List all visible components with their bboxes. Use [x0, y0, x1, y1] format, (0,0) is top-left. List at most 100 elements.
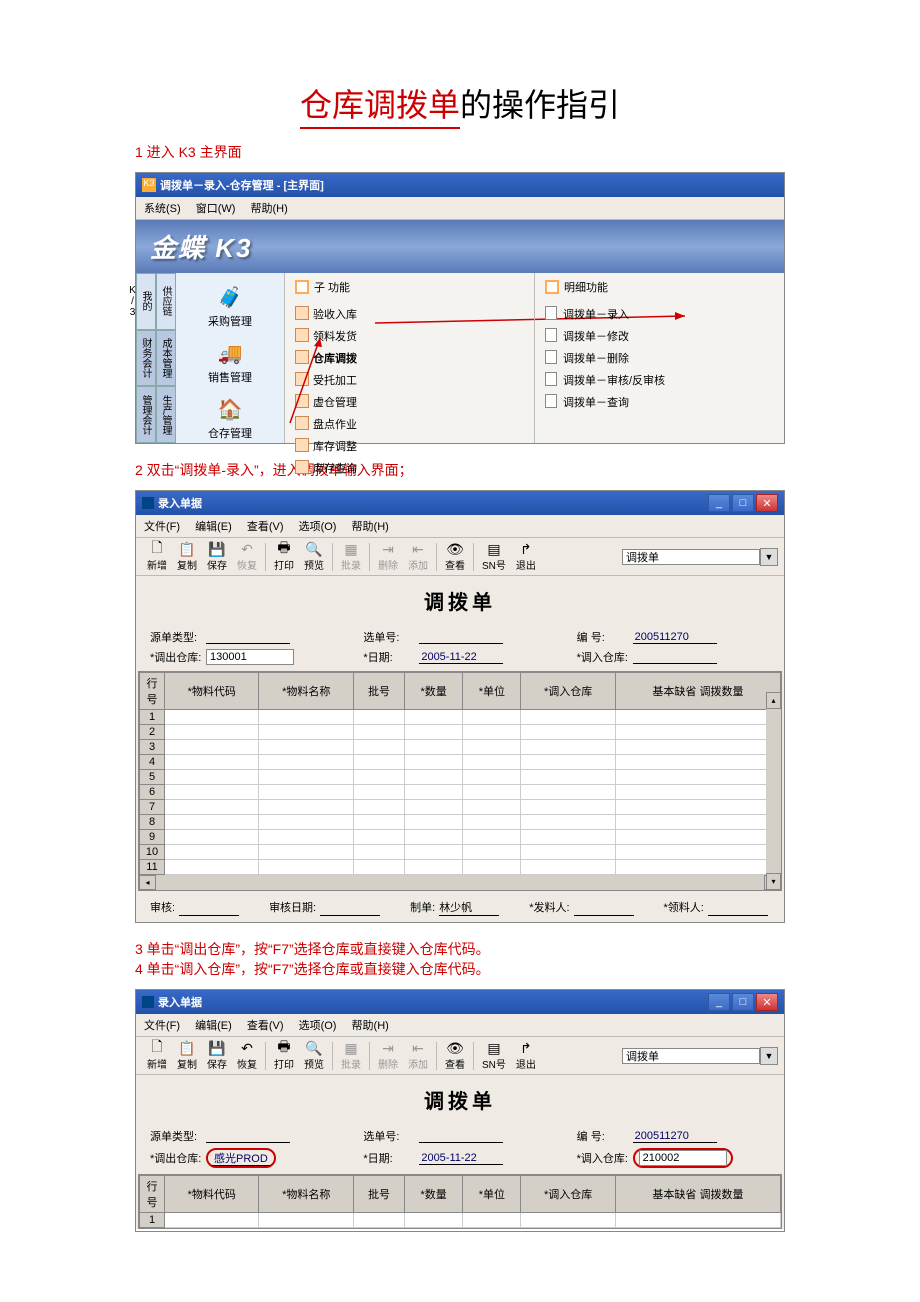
vtab-cost[interactable]: 成本管理: [156, 330, 176, 387]
menu-view[interactable]: 查看(V): [247, 1020, 284, 1032]
close-button[interactable]: ✕: [756, 993, 778, 1011]
sub-item[interactable]: 领料发货: [295, 325, 524, 347]
sub-item[interactable]: 验收入库: [295, 303, 524, 325]
scroll-h[interactable]: ◂▸: [139, 875, 781, 890]
copy-icon: 📋: [178, 541, 195, 557]
module-purchase[interactable]: 🧳采购管理: [180, 279, 280, 335]
tbtn-print[interactable]: 🖶打印: [269, 1039, 299, 1072]
entry-grid-2[interactable]: 行号*物料代码*物料名称批号*数量*单位*调入仓库基本缺省 调拨数量1: [138, 1174, 782, 1229]
menu-view[interactable]: 查看(V): [247, 521, 284, 533]
form-footer: 审核: 审核日期: 制单:林少帆 *发料人: *领料人:: [136, 893, 784, 922]
tbtn-save[interactable]: 💾保存: [202, 540, 232, 573]
entry1-toolbar: 🗋新增 📋复制 💾保存 ↶恢复 🖶打印 🔍预览 ▦批录 ⇥删除 ⇤添加 👁查看 …: [136, 538, 784, 576]
print-icon: 🖶: [277, 541, 290, 557]
sub-item[interactable]: 受托加工: [295, 369, 524, 391]
tbtn-look[interactable]: 👁查看: [440, 540, 470, 573]
module-warehouse[interactable]: 🏠仓存管理: [180, 391, 280, 447]
preview-icon: 🔍: [305, 541, 322, 557]
menu-help[interactable]: 帮助(H): [352, 1020, 389, 1032]
menu-system[interactable]: 系统(S): [144, 203, 181, 215]
detail-item[interactable]: 调拨单－查询: [545, 391, 774, 413]
house-icon: 🏠: [214, 395, 246, 423]
sub-item[interactable]: 盘点作业: [295, 413, 524, 435]
tbtn-sn[interactable]: ▤SN号: [477, 1039, 511, 1072]
vtab-supply[interactable]: 供应链: [156, 273, 176, 330]
sub-item[interactable]: 库存查询: [295, 457, 524, 479]
tbtn-undo[interactable]: ↶恢复: [232, 540, 262, 573]
module-sales[interactable]: 🚚销售管理: [180, 335, 280, 391]
min-button[interactable]: _: [708, 494, 730, 512]
tbtn-undo[interactable]: ↶恢复: [232, 1039, 262, 1072]
save-icon: 💾: [208, 541, 225, 557]
new-icon: 🗋: [151, 541, 162, 557]
date-field[interactable]: 2005-11-22: [419, 651, 503, 664]
entry-grid-1[interactable]: 行号*物料代码*物料名称批号*数量*单位*调入仓库基本缺省 调拨数量123456…: [138, 671, 782, 891]
doctype-dropdown[interactable]: ▼: [760, 548, 778, 566]
tbtn-new[interactable]: 🗋新增: [142, 1039, 172, 1072]
src-type-field[interactable]: [206, 631, 290, 644]
vtab-fin[interactable]: 财务会计: [136, 330, 156, 387]
tbtn-copy[interactable]: 📋复制: [172, 1039, 202, 1072]
sub-item[interactable]: 仓库调拨: [295, 347, 524, 369]
sub-item[interactable]: 库存调整: [295, 435, 524, 457]
truck-icon: 🚚: [214, 339, 246, 367]
max-button[interactable]: □: [732, 494, 754, 512]
doc-no-field: 200511270: [633, 631, 717, 644]
detail-item[interactable]: 调拨单－修改: [545, 325, 774, 347]
tbtn-save[interactable]: 💾保存: [202, 1039, 232, 1072]
menu-options[interactable]: 选项(O): [299, 1020, 337, 1032]
menu-file[interactable]: 文件(F): [144, 1020, 180, 1032]
menu-file[interactable]: 文件(F): [144, 521, 180, 533]
min-button[interactable]: _: [708, 993, 730, 1011]
entry1-menubar: 文件(F) 编辑(E) 查看(V) 选项(O) 帮助(H): [136, 515, 784, 538]
in-wh-highlight[interactable]: [633, 1148, 733, 1168]
module-column: 🧳采购管理 🚚销售管理 🏠仓存管理: [176, 273, 285, 443]
tbtn-look[interactable]: 👁查看: [440, 1039, 470, 1072]
doctype-input[interactable]: [622, 549, 760, 565]
undo-icon: ↶: [241, 541, 253, 557]
in-wh-field[interactable]: [633, 651, 717, 664]
doctype-input[interactable]: [622, 1048, 760, 1064]
step-3: 3 单击“调出仓库”，按“F7”选择仓库或直接键入仓库代码。: [135, 939, 785, 959]
tbtn-del: ⇥删除: [373, 540, 403, 573]
vtabs-mid: 供应链 成本管理 生产管理: [156, 273, 176, 443]
in-wh-input[interactable]: [639, 1150, 727, 1166]
detail-item[interactable]: 调拨单－删除: [545, 347, 774, 369]
out-wh-input[interactable]: [206, 649, 294, 665]
step-1: 1 进入 K3 主界面: [135, 142, 785, 162]
detail-function-header: 明细功能: [545, 279, 774, 295]
entry-window-1: 录入单据 _□✕ 文件(F) 编辑(E) 查看(V) 选项(O) 帮助(H) 🗋…: [135, 490, 785, 923]
tbtn-new[interactable]: 🗋新增: [142, 540, 172, 573]
tbtn-exit[interactable]: ↱退出: [511, 540, 541, 573]
sub-function-header: 子 功能: [295, 279, 524, 295]
menu-help[interactable]: 帮助(H): [251, 203, 288, 215]
menu-help[interactable]: 帮助(H): [352, 521, 389, 533]
sub-item[interactable]: 虚仓管理: [295, 391, 524, 413]
close-button[interactable]: ✕: [756, 494, 778, 512]
vtabs-left: 我的K/3 财务会计 管理会计: [136, 273, 156, 443]
tbtn-sn[interactable]: ▤SN号: [477, 540, 511, 573]
doctype-dropdown[interactable]: ▼: [760, 1047, 778, 1065]
menu-edit[interactable]: 编辑(E): [195, 1020, 232, 1032]
detail-item[interactable]: 调拨单－审核/反审核: [545, 369, 774, 391]
detail-item[interactable]: 调拨单－录入: [545, 303, 774, 325]
out-wh-highlight[interactable]: 感光PROD: [206, 1148, 276, 1168]
k3-logo-bar: 金蝶 K3: [136, 220, 784, 273]
max-button[interactable]: □: [732, 993, 754, 1011]
menu-window[interactable]: 窗口(W): [196, 203, 236, 215]
tbtn-copy[interactable]: 📋复制: [172, 540, 202, 573]
vtab-prod[interactable]: 生产管理: [156, 386, 176, 443]
tbtn-print[interactable]: 🖶打印: [269, 540, 299, 573]
menu-edit[interactable]: 编辑(E): [195, 521, 232, 533]
tbtn-exit[interactable]: ↱退出: [511, 1039, 541, 1072]
sel-no-field[interactable]: [419, 631, 503, 644]
menu-options[interactable]: 选项(O): [299, 521, 337, 533]
vtab-mgmt[interactable]: 管理会计: [136, 386, 156, 443]
scroll-v[interactable]: ▴▾: [766, 692, 781, 890]
tbtn-preview[interactable]: 🔍预览: [299, 1039, 329, 1072]
vtab-myk3[interactable]: 我的K/3: [136, 273, 156, 330]
k3-menubar: 系统(S) 窗口(W) 帮助(H): [136, 197, 784, 220]
entry1-titlebar: 录入单据 _□✕: [136, 491, 784, 515]
tbtn-preview[interactable]: 🔍预览: [299, 540, 329, 573]
detail-function-pane: 明细功能 调拨单－录入调拨单－修改调拨单－删除调拨单－审核/反审核调拨单－查询: [534, 273, 784, 443]
